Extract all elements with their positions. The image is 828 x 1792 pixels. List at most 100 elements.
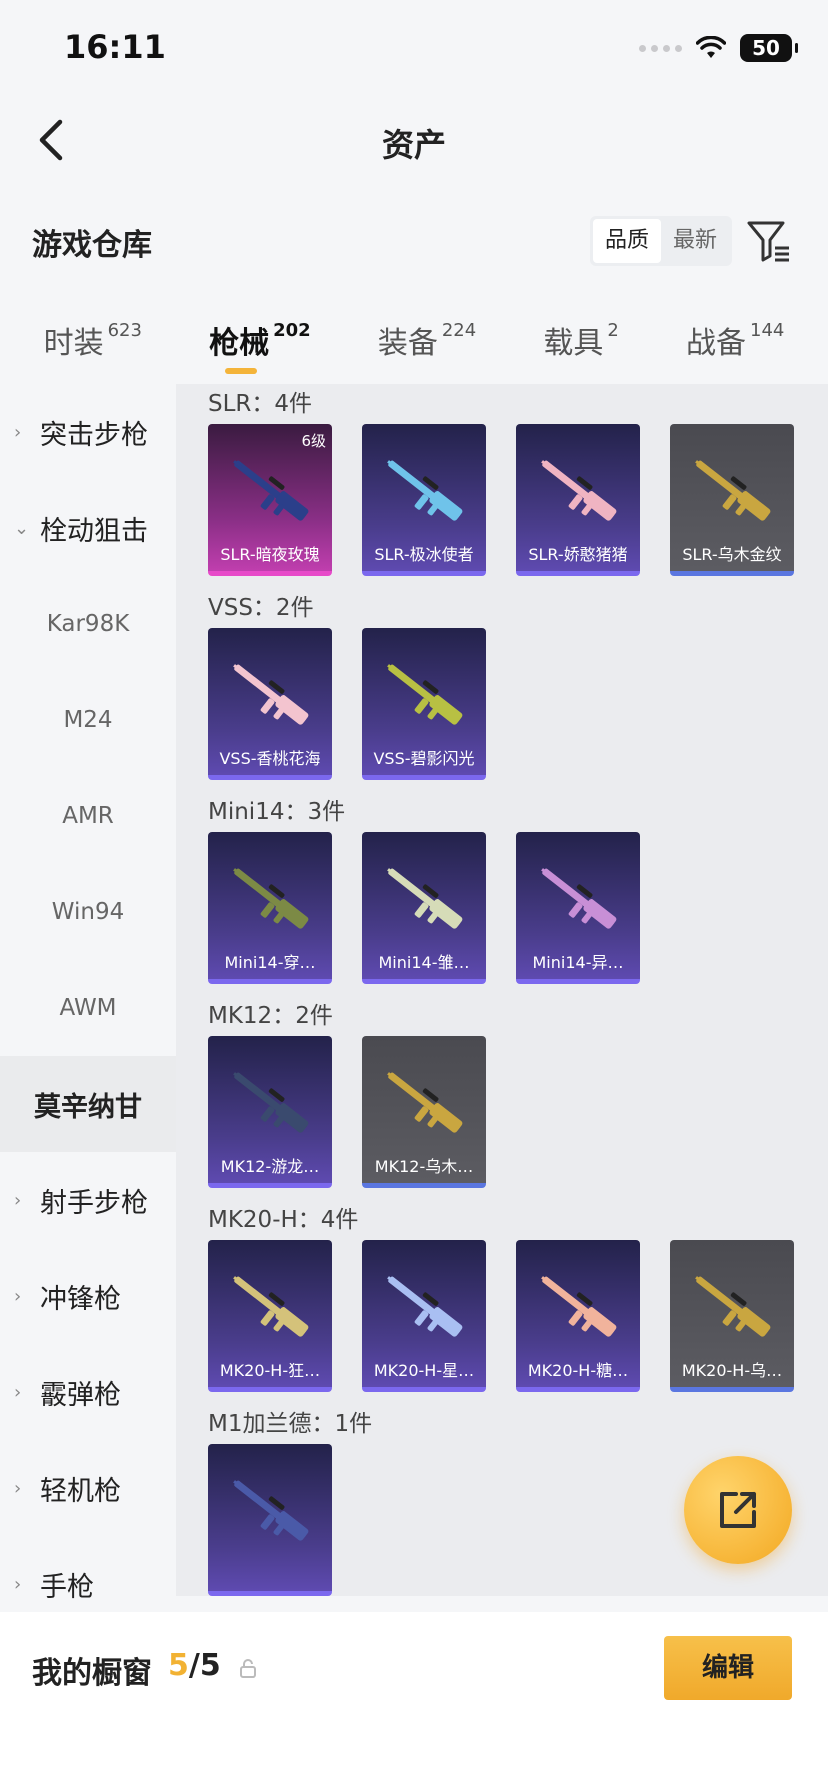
sidebar-item[interactable]: › 霰弹枪 xyxy=(0,1344,176,1440)
tab-label: 载具 xyxy=(543,326,604,361)
sidebar-item[interactable]: › 突击步枪 xyxy=(0,384,176,480)
weapon-name: SLR-娇憨猪猪 xyxy=(528,545,628,564)
weapon-image xyxy=(233,460,309,521)
weapon-card[interactable]: VSS-碧影闪光 xyxy=(362,628,486,780)
weapon-card[interactable]: MK20-H-星… xyxy=(362,1240,486,1392)
weapon-name: VSS-香桃花海 xyxy=(219,749,321,768)
showcase-count: 5/5 xyxy=(168,1648,221,1683)
weapon-image xyxy=(387,460,463,521)
sidebar-item[interactable]: › 冲锋枪 xyxy=(0,1248,176,1344)
weapon-card[interactable]: SLR-极冰使者 xyxy=(362,424,486,576)
weapon-name: MK20-H-乌… xyxy=(681,1361,783,1380)
tab-active-indicator xyxy=(225,368,258,374)
sidebar-item[interactable]: M24 xyxy=(0,672,176,768)
edit-button[interactable]: 编辑 xyxy=(664,1636,792,1700)
chevron-right-icon: › xyxy=(14,1478,22,1499)
weapon-card[interactable]: Mini14-穿… xyxy=(208,832,332,984)
chevron-right-icon: › xyxy=(14,1190,22,1211)
sidebar-item-label: 手枪 xyxy=(40,1571,94,1603)
weapon-card[interactable]: SLR-娇憨猪猪 xyxy=(516,424,640,576)
item-level-badge: 6级 xyxy=(301,432,326,450)
weapon-card[interactable]: MK12-乌木… xyxy=(362,1036,486,1188)
weapon-name: MK20-H-星… xyxy=(373,1361,475,1380)
weapon-card[interactable]: Mini14-异… xyxy=(516,832,640,984)
tab-equipment[interactable]: 装备 224 xyxy=(378,300,476,380)
lock-icon[interactable] xyxy=(238,1658,258,1678)
group-title: MK20-H：4件 xyxy=(208,1207,359,1233)
weapon-card[interactable]: MK20-H-狂… xyxy=(208,1240,332,1392)
tab-supplies[interactable]: 战备 144 xyxy=(686,300,784,380)
weapon-name: SLR-极冰使者 xyxy=(374,545,474,564)
sidebar-item-label: AWM xyxy=(59,995,117,1021)
weapon-name: Mini14-穿… xyxy=(224,953,316,972)
showcase-count-max: 5 xyxy=(199,1648,221,1683)
weapon-image xyxy=(541,460,617,521)
sidebar-item[interactable]: AMR xyxy=(0,768,176,864)
weapon-grid: SLR：4件 6级 SLR-暗夜玫瑰 SLR-极冰使者 SLR-娇憨猪猪 SLR-乌木金纹… xyxy=(176,384,828,1596)
battery-icon: 50 xyxy=(740,34,798,62)
sort-toggle: 品质 最新 xyxy=(589,216,732,266)
showcase-count-current: 5 xyxy=(168,1648,189,1683)
weapon-card[interactable]: MK20-H-乌… xyxy=(670,1240,794,1392)
showcase-count-separator: / xyxy=(188,1648,200,1683)
nav-bar: 资产 xyxy=(0,100,828,180)
weapon-image xyxy=(387,1276,463,1337)
category-tabs: 时装 623 枪械 202 装备 224 载具 2 战备 144 xyxy=(0,300,828,380)
weapon-card[interactable]: 6级 SLR-暗夜玫瑰 xyxy=(208,424,332,576)
page-title: 资产 xyxy=(381,126,446,164)
sidebar-item[interactable]: › 轻机枪 xyxy=(0,1440,176,1536)
sidebar-item-label: 霰弹枪 xyxy=(40,1379,121,1411)
weapon-type-sidebar: › 突击步枪 ⌄ 栓动狙击 Kar98K M24 AMR Win94 AWM 莫辛纳甘 › 射手步枪 ›… xyxy=(0,384,176,1603)
sidebar-item-label: 突击步枪 xyxy=(40,419,148,451)
sidebar-item-label: M24 xyxy=(63,707,113,733)
weapon-card[interactable]: SLR-乌木金纹 xyxy=(670,424,794,576)
tab-label: 装备 xyxy=(377,326,438,361)
sidebar-item[interactable]: AWM xyxy=(0,960,176,1056)
weapon-name: VSS-碧影闪光 xyxy=(373,749,475,768)
tab-count: 202 xyxy=(273,320,311,341)
sidebar-item[interactable]: Win94 xyxy=(0,864,176,960)
sidebar-item-label: Win94 xyxy=(51,899,125,925)
sort-newest-button[interactable]: 最新 xyxy=(661,219,729,263)
tab-label: 时装 xyxy=(43,326,104,361)
filter-button[interactable] xyxy=(746,218,792,264)
tab-weapons[interactable]: 枪械 202 xyxy=(209,300,311,380)
weapon-image xyxy=(233,1480,309,1541)
sort-quality-button[interactable]: 品质 xyxy=(592,219,661,263)
showcase-label: 我的橱窗 xyxy=(32,1656,152,1691)
section-header: 游戏仓库 品质 最新 xyxy=(0,210,828,270)
tab-vehicles[interactable]: 载具 2 xyxy=(543,300,618,380)
group-title: SLR：4件 xyxy=(208,391,313,417)
weapon-card[interactable]: MK20-H-糖… xyxy=(516,1240,640,1392)
sidebar-item[interactable]: › 射手步枪 xyxy=(0,1152,176,1248)
weapon-image xyxy=(233,868,309,929)
status-bar: 16:11 50 xyxy=(0,0,828,100)
share-button[interactable] xyxy=(684,1456,792,1564)
weapon-name: MK12-乌木… xyxy=(374,1157,474,1176)
weapon-card[interactable]: Mini14-雏… xyxy=(362,832,486,984)
sidebar-item[interactable]: ⌄ 栓动狙击 xyxy=(0,480,176,576)
sidebar-item-label: AMR xyxy=(62,803,114,829)
group-title: VSS：2件 xyxy=(208,595,314,621)
weapon-name: MK20-H-糖… xyxy=(527,1361,629,1380)
sidebar-item[interactable]: 莫辛纳甘 xyxy=(0,1056,176,1152)
item-row: 6级 SLR-暗夜玫瑰 SLR-极冰使者 SLR-娇憨猪猪 SLR-乌木金纹 xyxy=(176,424,828,576)
external-link-icon xyxy=(720,1492,756,1528)
tab-count: 144 xyxy=(750,320,785,341)
item-row: Mini14-穿… Mini14-雏… Mini14-异… xyxy=(176,832,828,984)
weapon-card[interactable]: VSS-香桃花海 xyxy=(208,628,332,780)
tab-count: 2 xyxy=(607,320,619,341)
tab-label: 枪械 xyxy=(209,326,270,361)
chevron-right-icon: › xyxy=(14,1286,22,1307)
weapon-card[interactable] xyxy=(208,1444,332,1596)
wifi-icon xyxy=(696,36,726,58)
sidebar-item[interactable]: Kar98K xyxy=(0,576,176,672)
weapon-image xyxy=(387,868,463,929)
tab-fashion[interactable]: 时装 623 xyxy=(44,300,142,380)
weapon-card[interactable]: MK12-游龙… xyxy=(208,1036,332,1188)
chevron-right-icon: › xyxy=(14,1382,22,1403)
sidebar-item-label: Kar98K xyxy=(46,611,130,637)
weapon-image xyxy=(541,1276,617,1337)
weapon-image xyxy=(387,1072,463,1133)
weapon-image xyxy=(695,460,771,521)
